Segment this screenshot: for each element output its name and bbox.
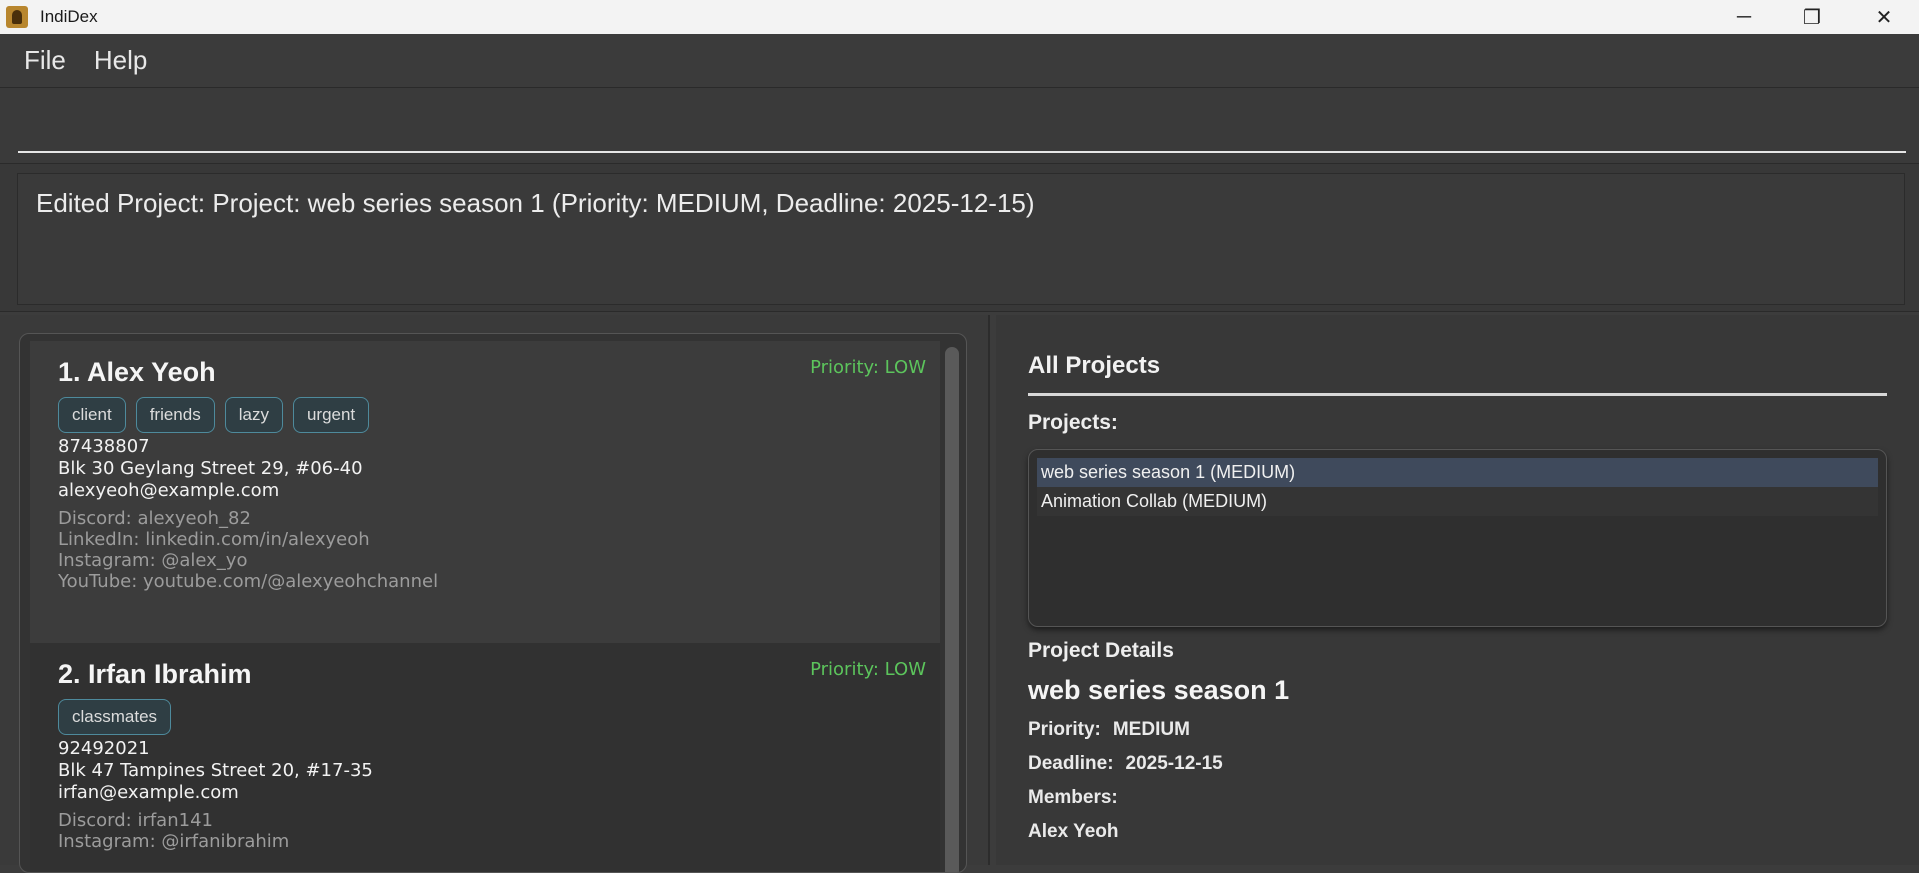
priority-label: Priority: xyxy=(1028,719,1101,740)
deadline-label: Deadline: xyxy=(1028,753,1114,774)
person-email: alexyeoh@example.com xyxy=(58,480,280,501)
projects-panel: All Projects Projects: web series season… xyxy=(996,315,1919,865)
person-list[interactable]: 1. Alex Yeoh Priority: LOW client friend… xyxy=(19,333,967,873)
tag: urgent xyxy=(292,397,370,433)
divider xyxy=(1028,393,1887,396)
project-priority: Priority: MEDIUM xyxy=(1028,719,1190,741)
result-message: Edited Project: Project: web series seas… xyxy=(36,188,1035,218)
close-icon: ✕ xyxy=(1875,6,1893,29)
all-projects-title: All Projects xyxy=(1028,352,1161,379)
result-display: Edited Project: Project: web series seas… xyxy=(0,164,1919,312)
person-name: 2. Irfan Ibrahim xyxy=(58,659,252,689)
menu-help[interactable]: Help xyxy=(94,45,147,76)
project-details-label: Project Details xyxy=(1028,639,1174,662)
person-phone: 92492021 xyxy=(58,738,150,759)
tag-list: client friends lazy urgent xyxy=(58,397,370,433)
restore-icon: ❐ xyxy=(1803,6,1821,29)
project-members-label: Members: xyxy=(1028,787,1118,808)
person-address: Blk 30 Geylang Street 29, #06-40 xyxy=(58,458,363,479)
tag: friends xyxy=(135,397,215,433)
window-title: IndiDex xyxy=(40,7,98,26)
person-youtube: YouTube: youtube.com/@alexyeohchannel xyxy=(58,571,439,592)
person-list-panel: 1. Alex Yeoh Priority: LOW client friend… xyxy=(0,315,990,873)
minimize-icon: ─ xyxy=(1736,5,1752,28)
person-instagram: Instagram: @irfanibrahim xyxy=(58,831,290,852)
person-discord: Discord: irfan141 xyxy=(58,810,213,831)
person-priority: Priority: LOW xyxy=(810,357,926,378)
person-email: irfan@example.com xyxy=(58,782,239,803)
person-phone: 87438807 xyxy=(58,436,150,457)
command-input[interactable] xyxy=(18,98,1906,153)
close-button[interactable]: ✕ xyxy=(1850,0,1918,34)
project-deadline: Deadline: 2025-12-15 xyxy=(1028,753,1223,775)
result-box[interactable]: Edited Project: Project: web series seas… xyxy=(17,173,1905,305)
tag: client xyxy=(58,397,126,433)
person-list-scrollbar[interactable] xyxy=(945,347,959,872)
project-name: web series season 1 xyxy=(1028,675,1290,705)
person-instagram: Instagram: @alex_yo xyxy=(58,550,248,571)
projects-label: Projects: xyxy=(1028,411,1118,434)
priority-value: MEDIUM xyxy=(1112,719,1190,740)
person-name: 1. Alex Yeoh xyxy=(58,357,216,387)
app-logo-icon xyxy=(6,6,28,28)
tag: lazy xyxy=(224,397,283,433)
person-discord: Discord: alexyeoh_82 xyxy=(58,508,251,529)
person-address: Blk 47 Tampines Street 20, #17-35 xyxy=(58,760,373,781)
tag: classmates xyxy=(58,699,172,735)
person-linkedin: LinkedIn: linkedin.com/in/alexyeoh xyxy=(58,529,370,550)
project-list-item[interactable]: Animation Collab (MEDIUM) xyxy=(1037,487,1878,516)
tag-list: classmates xyxy=(58,699,172,735)
deadline-value: 2025-12-15 xyxy=(1125,753,1223,774)
minimize-button[interactable]: ─ xyxy=(1710,0,1778,34)
person-card[interactable]: 1. Alex Yeoh Priority: LOW client friend… xyxy=(30,341,940,643)
maximize-button[interactable]: ❐ xyxy=(1778,0,1846,34)
person-priority: Priority: LOW xyxy=(810,659,926,680)
title-bar: IndiDex ─ ❐ ✕ xyxy=(0,0,1919,34)
menu-file[interactable]: File xyxy=(24,45,66,76)
project-member: Alex Yeoh xyxy=(1028,821,1119,842)
project-list-item[interactable]: web series season 1 (MEDIUM) xyxy=(1037,458,1878,487)
project-list[interactable]: web series season 1 (MEDIUM) Animation C… xyxy=(1028,449,1887,627)
person-card[interactable]: 2. Irfan Ibrahim Priority: LOW classmate… xyxy=(30,643,940,872)
menu-bar: File Help xyxy=(0,34,1919,88)
command-box xyxy=(0,88,1919,164)
